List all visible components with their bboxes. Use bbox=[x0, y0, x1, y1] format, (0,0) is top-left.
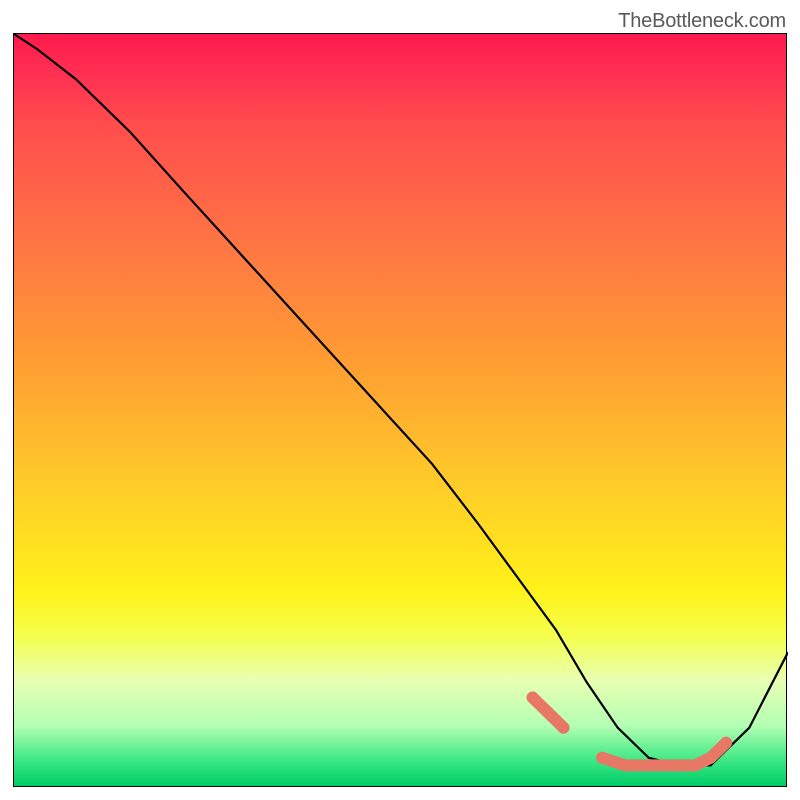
highlight-dot bbox=[596, 752, 608, 764]
chart-container: TheBottleneck.com bbox=[0, 0, 800, 800]
bottleneck-curve-line bbox=[14, 34, 788, 765]
plot-area bbox=[13, 33, 787, 787]
watermark-text: TheBottleneck.com bbox=[618, 10, 786, 33]
highlight-dot bbox=[558, 722, 570, 734]
highlight-dot bbox=[527, 692, 539, 704]
highlight-dot bbox=[720, 737, 732, 749]
highlight-dot bbox=[643, 759, 655, 771]
highlight-dot bbox=[620, 759, 632, 771]
highlight-dot bbox=[705, 752, 717, 764]
highlight-dot bbox=[658, 759, 670, 771]
highlight-dot bbox=[674, 759, 686, 771]
highlight-dot bbox=[689, 759, 701, 771]
chart-svg bbox=[14, 34, 788, 788]
highlight-dots-group bbox=[527, 692, 733, 772]
highlight-dot bbox=[542, 707, 554, 719]
